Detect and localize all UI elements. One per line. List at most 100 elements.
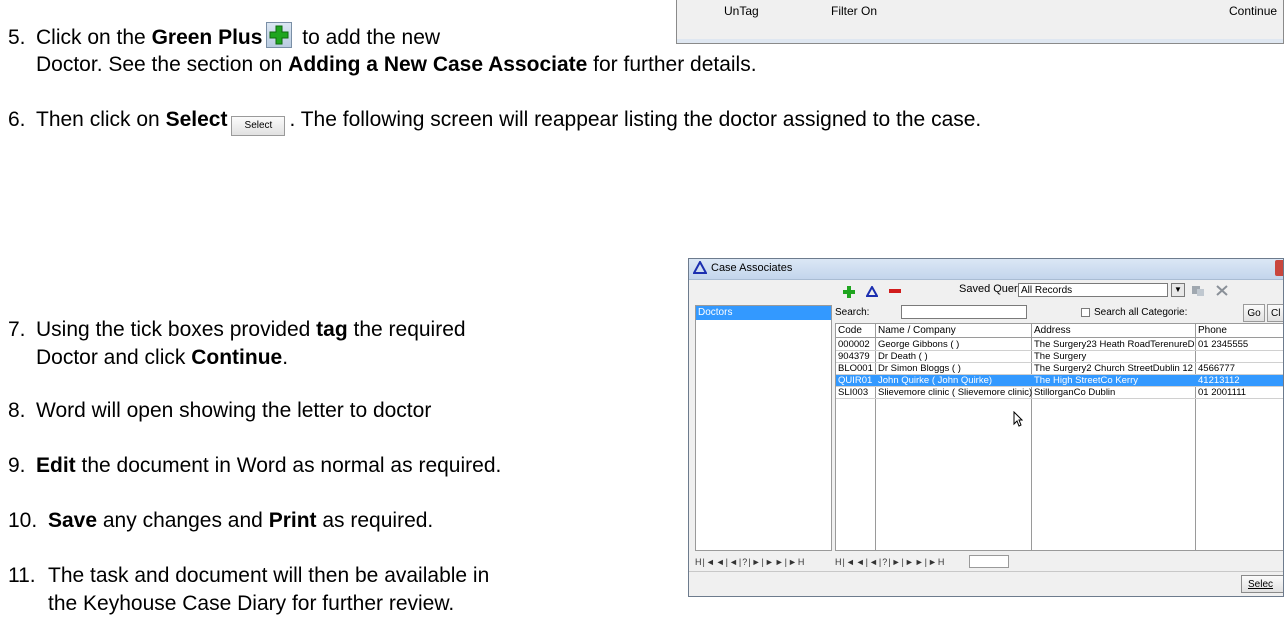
continue-button[interactable]: Continue: [1229, 4, 1277, 18]
step-number: 11.: [8, 564, 36, 587]
table-row[interactable]: 000002 George Gibbons ( ) The Surgery23 …: [836, 339, 1283, 351]
category-navigator[interactable]: H|◄◄|◄|?|►|►►|►H: [695, 555, 832, 569]
cell-code: 904379: [836, 351, 876, 363]
associates-grid: Code Name / Company Address Phone 000002…: [835, 323, 1283, 551]
column-header-phone[interactable]: Phone: [1196, 324, 1283, 338]
step-text: Word will open showing the letter to doc…: [36, 399, 432, 422]
step-6: 6. Then click on Select Select. The follow…: [8, 107, 981, 136]
table-row[interactable]: 904379 Dr Death ( ) The Surgery: [836, 351, 1283, 363]
app-triangle-icon: [693, 261, 707, 274]
step-10: 10. Save any changes and Print as require…: [8, 508, 433, 534]
cell-code: SLI003: [836, 387, 876, 399]
step-11: 11. The task and document will then be av…: [8, 563, 489, 589]
cell-address: StillorganCo Dublin: [1032, 387, 1196, 399]
step-text: the document in Word as normal as requir…: [75, 454, 502, 477]
step-bold: Print: [268, 509, 317, 532]
window-titlebar: Case Associates: [689, 259, 1283, 280]
cell-phone: 01 2001111: [1196, 387, 1283, 399]
step-text: . The following screen will reappear lis…: [289, 108, 982, 131]
untag-button[interactable]: UnTag: [724, 4, 759, 18]
step-number: 7.: [8, 318, 26, 341]
step-text: Doctor. See the section on: [36, 53, 289, 76]
step-text: the Keyhouse Case Diary for further revi…: [48, 592, 455, 615]
table-row[interactable]: SLI003 Slievemore clinic ( Slievemore cl…: [836, 387, 1283, 399]
edit-triangle-icon[interactable]: [866, 286, 878, 297]
add-plus-icon[interactable]: [843, 286, 855, 298]
save-query-icon[interactable]: [1191, 283, 1205, 297]
cell-code: 000002: [836, 339, 876, 351]
clear-button[interactable]: Cl: [1267, 304, 1283, 322]
remove-minus-icon[interactable]: [889, 289, 901, 294]
cell-address: The Surgery23 Heath RoadTerenureD: [1032, 339, 1196, 351]
search-all-label: Search all Categorie:: [1094, 307, 1188, 318]
step-5-line2: Doctor. See the section on Adding a New …: [36, 52, 757, 78]
tag-window-bottom: UnTag Filter On Continue: [676, 0, 1284, 44]
step-text: The task and document will then be avail…: [48, 564, 490, 587]
step-bold: tag: [316, 318, 348, 341]
green-plus-icon: [266, 22, 293, 48]
step-text: .: [282, 346, 289, 369]
mouse-pointer-icon: [1013, 411, 1023, 427]
cell-phone: [1196, 351, 1283, 363]
cell-address: The Surgery: [1032, 351, 1196, 363]
close-icon[interactable]: [1275, 260, 1283, 276]
step-number: 6.: [8, 108, 26, 131]
step-text: Doctor and click: [36, 346, 192, 369]
cell-phone: 4566777: [1196, 363, 1283, 375]
step-text: Using the tick boxes provided: [36, 318, 317, 341]
column-header-code[interactable]: Code: [836, 324, 876, 338]
category-list: Doctors: [695, 305, 832, 551]
table-row[interactable]: BLO001 Dr Simon Bloggs ( ) The Surgery2 …: [836, 363, 1283, 375]
cell-phone: 01 2345555: [1196, 339, 1283, 351]
column-header-address[interactable]: Address: [1032, 324, 1196, 338]
step-bold: Adding a New Case Associate: [288, 53, 588, 76]
window-divider: [689, 571, 1283, 572]
step-7: 7. Using the tick boxes provided tag the …: [8, 317, 466, 343]
step-number: 8.: [8, 399, 26, 422]
step-text: as required.: [316, 509, 434, 532]
cell-name: Slievemore clinic ( Slievemore clinic): [876, 387, 1032, 399]
document-page: UnTag Filter On Continue 5. Click on the …: [0, 0, 1284, 618]
cell-name: Dr Simon Bloggs ( ): [876, 363, 1032, 375]
filter-on-button[interactable]: Filter On: [831, 4, 877, 18]
case-associates-window: Case Associates Saved Queries: All Recor…: [688, 258, 1284, 597]
column-header-name[interactable]: Name / Company: [876, 324, 1032, 338]
cell-name: George Gibbons ( ): [876, 339, 1032, 351]
cell-code: BLO001: [836, 363, 876, 375]
step-bold: Green Plus: [151, 26, 263, 49]
window-border: [677, 39, 1283, 43]
cell-address: The Surgery2 Church StreetDublin 12: [1032, 363, 1196, 375]
step-number: 5.: [8, 26, 26, 49]
dropdown-arrow-icon[interactable]: ▼: [1171, 283, 1185, 297]
step-number: 9.: [8, 454, 26, 477]
step-11-line2: the Keyhouse Case Diary for further revi…: [48, 591, 454, 617]
step-text: to add the new: [296, 26, 441, 49]
select-button[interactable]: Selec: [1241, 575, 1283, 593]
step-bold: Edit: [36, 454, 76, 477]
cell-phone: 41213112: [1196, 375, 1283, 387]
step-text: Click on the: [36, 26, 152, 49]
saved-queries-select[interactable]: All Records: [1018, 283, 1168, 297]
search-label: Search:: [835, 307, 870, 318]
delete-query-icon[interactable]: [1215, 283, 1229, 297]
step-text: the required: [347, 318, 466, 341]
cell-code: QUIR01: [836, 375, 876, 387]
grid-scrollbar[interactable]: [969, 555, 1009, 568]
search-all-checkbox[interactable]: [1081, 308, 1090, 317]
cell-address: The High StreetCo Kerry: [1032, 375, 1196, 387]
step-8: 8. Word will open showing the letter to d…: [8, 398, 431, 424]
step-text: Then click on: [36, 108, 166, 131]
cell-name: Dr Death ( ): [876, 351, 1032, 363]
cell-name: John Quirke ( John Quirke): [876, 375, 1032, 387]
table-row-selected[interactable]: QUIR01 John Quirke ( John Quirke) The Hi…: [836, 375, 1283, 387]
step-bold: Save: [48, 509, 98, 532]
select-button-image: Select: [231, 116, 286, 136]
step-bold: Continue: [191, 346, 283, 369]
category-doctors[interactable]: Doctors: [696, 306, 831, 320]
go-button[interactable]: Go: [1243, 304, 1265, 322]
step-7-line2: Doctor and click Continue.: [36, 345, 288, 371]
window-title: Case Associates: [711, 262, 793, 274]
step-9: 9. Edit the document in Word as normal as…: [8, 453, 501, 479]
step-text: for further details.: [587, 53, 757, 76]
search-input[interactable]: [901, 305, 1027, 319]
